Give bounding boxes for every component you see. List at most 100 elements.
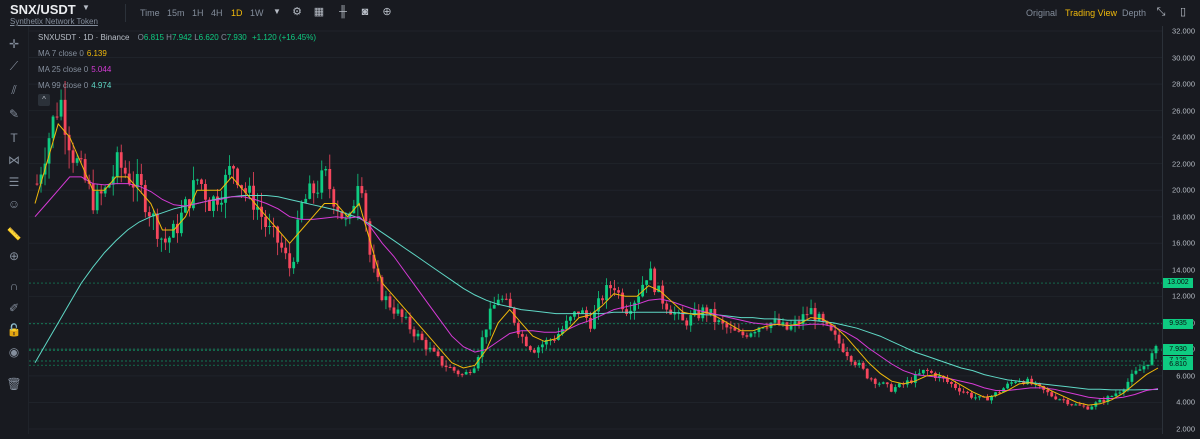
crosshair-icon[interactable]: ✛ [6, 36, 22, 52]
tf-15m[interactable]: 15m [167, 8, 185, 18]
candle-body [79, 158, 83, 160]
pattern-icon[interactable]: ⋈ [6, 152, 22, 168]
tf-4h[interactable]: 4H [211, 8, 223, 18]
candle-body [312, 183, 316, 194]
candle-body [328, 168, 332, 190]
candle-body [929, 370, 933, 373]
candle-body [163, 238, 167, 243]
view-original[interactable]: Original [1026, 8, 1057, 18]
price-level-tag: 13.002 [1163, 278, 1193, 289]
tf-1w[interactable]: 1W [250, 8, 264, 18]
candle-body [637, 296, 641, 303]
candle-body [35, 183, 39, 185]
y-tick-label: 24.000 [1172, 132, 1195, 142]
candle-body [360, 186, 364, 194]
candle-body [809, 308, 813, 315]
candle-body [139, 173, 143, 185]
candle-body [516, 322, 520, 335]
prediction-icon[interactable]: ☰ [6, 174, 22, 190]
candle-body [292, 261, 296, 269]
candle-body [885, 382, 889, 385]
candle-body [573, 311, 576, 317]
eye-icon[interactable]: ◉ [6, 344, 22, 360]
legend-ma25[interactable]: MA 25 close 0 5.044 [38, 65, 111, 74]
candle-body [1138, 369, 1142, 371]
y-tick-label: 12.000 [1172, 291, 1195, 301]
candle-body [749, 333, 753, 337]
ruler-icon[interactable]: 📏 [6, 226, 22, 242]
add-indicator-icon[interactable]: ⊕ [380, 5, 394, 19]
candle-body [765, 327, 769, 329]
multi-line-icon[interactable]: ⫽ [6, 82, 22, 98]
view-trading-view[interactable]: Trading View [1065, 8, 1117, 18]
legend-ma7[interactable]: MA 7 close 0 6.139 [38, 49, 107, 58]
emoji-icon[interactable]: ☺ [6, 196, 22, 212]
price-axis[interactable]: 32.000 30.000 28.000 26.000 24.000 22.000 20.0… [1162, 26, 1200, 434]
candle-body [1150, 353, 1154, 365]
trend-line-icon[interactable]: ⟋ [6, 58, 22, 74]
candle-body [500, 298, 504, 300]
candle-body [974, 397, 977, 399]
collapse-legend-icon[interactable]: ^ [38, 94, 50, 106]
candle-body [845, 352, 849, 357]
legend-ma99[interactable]: MA 99 close 0 4.974 [38, 81, 111, 90]
candle-body [1098, 399, 1102, 403]
magnet-icon[interactable]: ∩ [6, 278, 22, 294]
candle-body [552, 339, 556, 341]
trash-icon[interactable]: 🗑 [6, 376, 22, 392]
candle-body [617, 290, 620, 293]
panel-layout-icon[interactable]: ▯ [1176, 5, 1190, 19]
candle-body [609, 285, 612, 289]
candle-body [404, 316, 408, 318]
brush-icon[interactable]: ✎ [6, 106, 22, 122]
zoom-in-icon[interactable]: ⊕ [6, 248, 22, 264]
y-tick-label: 16.000 [1172, 238, 1195, 248]
candle-body [1058, 399, 1062, 401]
candle-body [268, 226, 272, 228]
candle-body [300, 202, 304, 220]
price-level-tag: 6.810 [1163, 360, 1193, 371]
candle-body [408, 316, 412, 330]
candle-type-icon[interactable]: ╫ [336, 5, 350, 19]
candle-body [1070, 404, 1074, 406]
pair-subtitle-link[interactable]: Synthetix Network Token [10, 17, 98, 26]
text-icon[interactable]: T [6, 130, 22, 146]
calculator-icon[interactable]: ▦ [312, 5, 326, 19]
candle-body [364, 193, 368, 222]
candle-body [717, 320, 721, 323]
ma7-line [34, 122, 1159, 406]
tf-time[interactable]: Time [140, 8, 160, 18]
candle-body [200, 179, 203, 184]
ma99-label: MA 99 close 0 [38, 81, 89, 90]
screenshot-icon[interactable]: ◙ [358, 5, 372, 19]
chart-panel[interactable] [29, 26, 1162, 434]
tf-1d[interactable]: 1D [231, 8, 243, 18]
candle-body [159, 238, 163, 240]
candle-body [633, 302, 637, 311]
price-level-tag: 7.930 [1163, 345, 1193, 356]
candle-body [99, 191, 103, 194]
lock-icon[interactable]: 🔓 [6, 322, 22, 338]
candle-body [284, 247, 288, 254]
candle-body [232, 166, 235, 169]
lock-drawing-icon[interactable]: ✐ [6, 300, 22, 316]
pair-title[interactable]: SNX/USDT [10, 2, 76, 17]
candle-body [1114, 393, 1118, 396]
candle-body [817, 313, 821, 321]
tf-1h[interactable]: 1H [192, 8, 204, 18]
fullscreen-icon[interactable]: ⤡ [1154, 5, 1168, 19]
more-timeframes-icon[interactable]: ▼ [270, 5, 284, 19]
candle-body [605, 285, 608, 301]
view-depth[interactable]: Depth [1122, 8, 1146, 18]
price-chart[interactable] [29, 26, 1162, 434]
candle-body [472, 368, 476, 373]
y-tick-label: 20.000 [1172, 185, 1195, 195]
candle-body [536, 347, 540, 353]
y-tick-label: 4.000 [1176, 397, 1195, 407]
candle-body [171, 223, 175, 238]
indicator-settings-icon[interactable]: ⚙ [290, 5, 304, 19]
candle-body [805, 314, 809, 316]
candle-body [216, 196, 219, 205]
open-value: 6.815 [143, 33, 164, 42]
pair-dropdown-icon[interactable]: ▼ [82, 3, 90, 12]
